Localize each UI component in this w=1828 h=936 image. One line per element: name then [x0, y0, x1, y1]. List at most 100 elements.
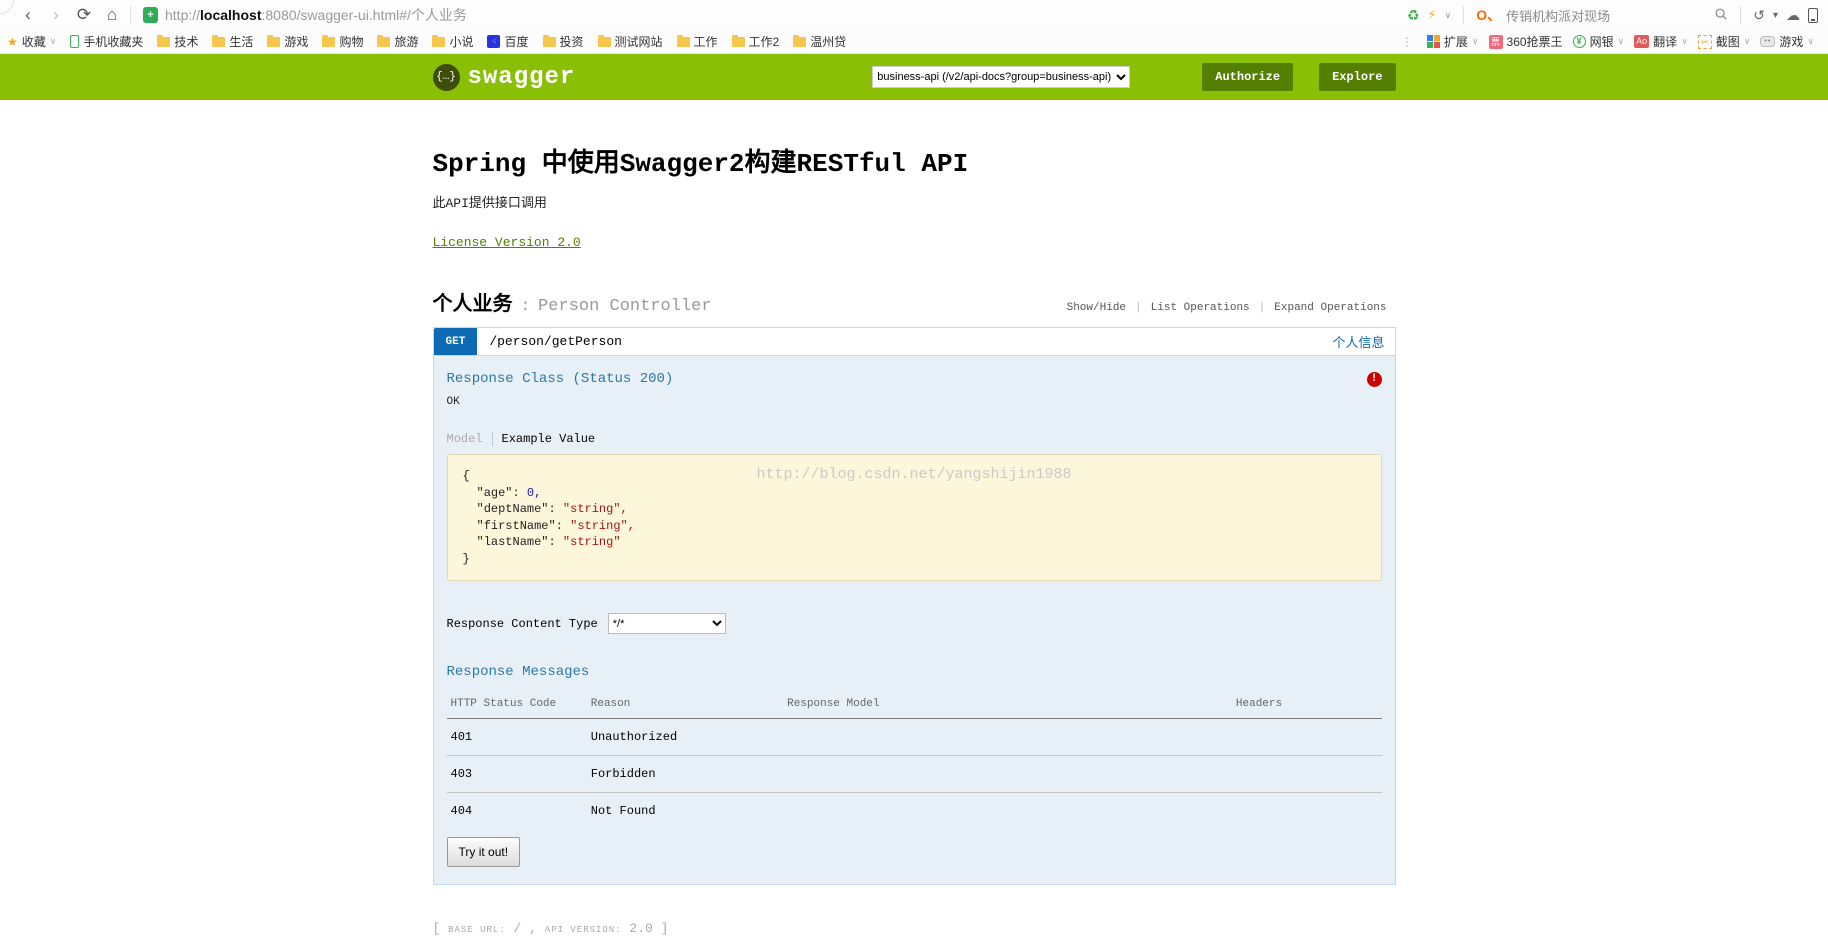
bookmark-label: 技术	[174, 35, 199, 49]
bookmark-folder-work[interactable]: 工作	[670, 33, 725, 50]
bookmark-label: 测试网站	[614, 35, 663, 49]
extension-label: 360抢票王	[1506, 35, 1563, 49]
footer-bracket: ]	[660, 921, 669, 936]
more-dots-icon[interactable]: ⋮	[1401, 35, 1413, 49]
swagger-header: {…} swagger business-api (/v2/api-docs?g…	[0, 54, 1828, 100]
license-link[interactable]: License Version 2.0	[433, 235, 581, 250]
extension-label: 游戏	[1779, 35, 1804, 49]
bookmark-favorites[interactable]: ★ 收藏 ∨	[0, 33, 63, 50]
folder-icon	[793, 34, 807, 47]
response-model-cell	[783, 793, 1232, 830]
section-name[interactable]: 个人业务	[433, 287, 513, 317]
url-text[interactable]: http://localhost:8080/swagger-ui.html#/个…	[165, 5, 467, 25]
speed-mode-icon[interactable]: ⚡	[1428, 7, 1437, 23]
endpoint-heading[interactable]: GET /person/getPerson 个人信息	[432, 327, 1396, 356]
column-header-headers: Headers	[1231, 692, 1382, 719]
undo-dropdown-icon[interactable]: ▾	[1773, 10, 1778, 21]
json-line: "lastName": "string"	[463, 534, 1366, 551]
bookmark-folder-novels[interactable]: 小说	[425, 33, 480, 50]
bookmark-folder-life[interactable]: 生活	[205, 33, 260, 50]
swagger-logo[interactable]: {…} swagger	[432, 63, 576, 91]
list-operations-link[interactable]: List Operations	[1142, 302, 1259, 314]
divider: |	[1258, 302, 1266, 314]
adblock-icon[interactable]: ♻	[1407, 7, 1420, 24]
column-header-reason: Reason	[586, 692, 784, 719]
api-version-value: 2.0	[629, 921, 653, 936]
json-line: "age": 0,	[463, 485, 1366, 502]
extension-translate[interactable]: Ao 翻译 ∨	[1634, 33, 1688, 50]
bookmark-label: 手机收藏夹	[83, 35, 144, 49]
extension-ticket[interactable]: 票 360抢票王	[1488, 33, 1563, 50]
bookmark-folder-wenzhoudai[interactable]: 温州贷	[786, 33, 853, 50]
bookmark-label: 工作2	[748, 35, 780, 49]
bookmark-folder-games[interactable]: 游戏	[260, 33, 315, 50]
base-url-label: BASE URL:	[448, 925, 506, 935]
json-line: {	[462, 469, 470, 483]
undo-history-icon[interactable]: ↺	[1753, 7, 1765, 24]
bookmark-mobile-favorites[interactable]: 手机收藏夹	[63, 33, 150, 50]
site-safety-icon[interactable]: +	[143, 7, 158, 23]
bookmark-folder-travel[interactable]: 旅游	[370, 33, 425, 50]
column-header-status: HTTP Status Code	[446, 692, 587, 719]
chevron-down-icon[interactable]: ∨	[1445, 10, 1452, 21]
bookmark-baidu[interactable]: ⁖ 百度	[480, 33, 535, 50]
search-icon[interactable]	[1714, 7, 1728, 24]
status-code-cell: 404	[450, 804, 473, 818]
folder-icon	[542, 34, 556, 47]
endpoint-tag-link[interactable]: 个人信息	[1332, 332, 1384, 351]
forward-button[interactable]: ›	[42, 0, 70, 30]
try-it-out-button[interactable]: Try it out!	[446, 837, 521, 867]
divider	[1463, 6, 1465, 24]
home-button[interactable]: ⌂	[98, 0, 126, 30]
quick-search-box[interactable]: O、 传销机构派对现场	[1476, 5, 1706, 25]
tab-example-value[interactable]: Example Value	[493, 432, 596, 446]
section-controller-name: Person Controller	[538, 297, 712, 316]
bookmark-folder-work2[interactable]: 工作2	[725, 33, 787, 50]
bookmark-folder-test-sites[interactable]: 测试网站	[591, 33, 670, 50]
json-value: "string"	[562, 535, 621, 549]
response-content-type-select[interactable]: */*	[607, 613, 726, 634]
extension-games[interactable]: •• 游戏 ∨	[1760, 33, 1814, 50]
headers-cell	[1231, 755, 1382, 793]
folder-icon	[676, 34, 690, 47]
url-path: :8080/swagger-ui.html#/个人业务	[261, 7, 467, 23]
cloud-sync-icon[interactable]: ☁	[1786, 7, 1800, 24]
example-json-block: http://blog.csdn.net/yangshijin1988 { "a…	[446, 454, 1382, 581]
bookmark-label: 旅游	[394, 35, 419, 49]
back-button[interactable]: ‹	[14, 0, 42, 30]
bookmark-folder-shopping[interactable]: 购物	[315, 33, 370, 50]
footer-bracket: [	[432, 921, 441, 936]
baidu-icon: ⁖	[487, 35, 501, 48]
table-row: 404 Not Found	[447, 793, 1382, 830]
extension-screenshot[interactable]: ✂ 截图 ∨	[1697, 33, 1751, 50]
expand-operations-link[interactable]: Expand Operations	[1265, 302, 1395, 314]
bookmark-folder-tech[interactable]: 技术	[150, 33, 205, 50]
api-definition-select[interactable]: business-api (/v2/api-docs?group=busines…	[872, 66, 1131, 88]
chevron-down-icon: ∨	[1617, 36, 1625, 46]
http-method-badge[interactable]: GET	[433, 328, 478, 355]
screenshot-icon: ✂	[1697, 34, 1712, 49]
url-host: localhost	[200, 7, 262, 23]
authorize-button[interactable]: Authorize	[1202, 63, 1294, 91]
search-suggestion-text[interactable]: 传销机构派对现场	[1506, 6, 1610, 25]
tab-model[interactable]: Model	[447, 432, 493, 446]
refresh-button[interactable]: ⟳	[70, 0, 98, 30]
extension-bank[interactable]: ¥ 网银 ∨	[1572, 33, 1625, 50]
folder-icon	[731, 34, 745, 47]
endpoint-panel: Response Class (Status 200) ! OK Model E…	[432, 356, 1396, 885]
json-key: "age":	[476, 485, 527, 500]
explore-button[interactable]: Explore	[1319, 63, 1396, 91]
extension-label: 扩展	[1443, 35, 1468, 49]
bookmark-label: 温州贷	[810, 35, 847, 49]
address-bar[interactable]: + http://localhost:8080/swagger-ui.html#…	[135, 5, 1407, 25]
endpoint-path[interactable]: /person/getPerson	[489, 334, 622, 349]
mobile-connect-icon[interactable]	[1808, 7, 1818, 23]
endpoint-get-person: GET /person/getPerson 个人信息 Response Clas…	[432, 327, 1396, 885]
chevron-down-icon: ∨	[1743, 36, 1751, 46]
error-indicator-icon[interactable]: !	[1366, 371, 1382, 387]
base-url-value: /	[513, 921, 522, 936]
bookmark-folder-invest[interactable]: 投资	[536, 33, 591, 50]
extension-manager[interactable]: 扩展 ∨	[1426, 33, 1479, 50]
show-hide-link[interactable]: Show/Hide	[1058, 302, 1135, 314]
divider	[1740, 6, 1742, 24]
